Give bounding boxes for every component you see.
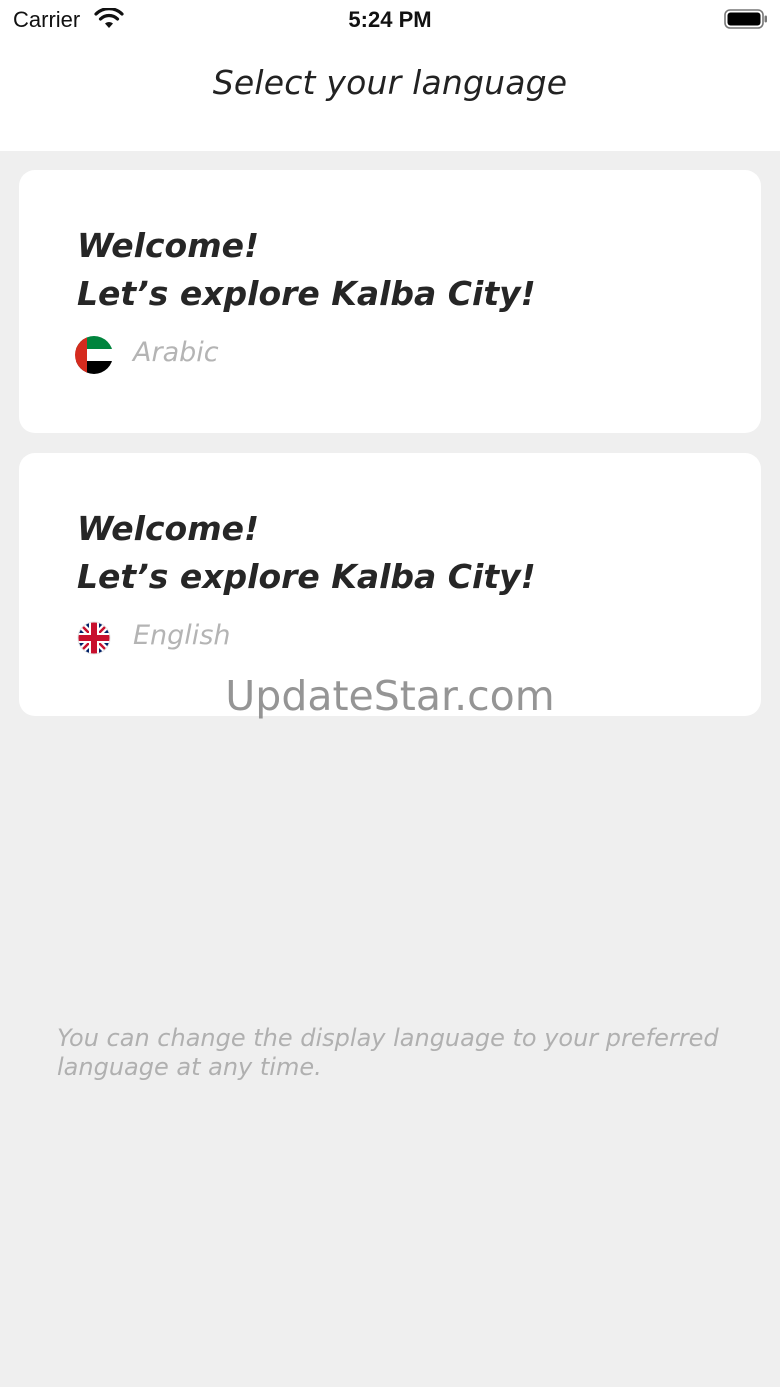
welcome-line-2: Let’s explore Kalba City! xyxy=(77,557,536,596)
welcome-text: Welcome! Let’s explore Kalba City! xyxy=(77,222,536,318)
header: Select your language xyxy=(0,40,780,151)
welcome-text: Welcome! Let’s explore Kalba City! xyxy=(77,505,536,601)
watermark: UpdateStar.com xyxy=(225,672,555,720)
uae-flag-icon xyxy=(75,336,113,374)
language-label: Arabic xyxy=(133,337,219,368)
clock: 5:24 PM xyxy=(348,7,432,32)
welcome-line-1: Welcome! xyxy=(77,226,260,265)
language-option-arabic[interactable]: Welcome! Let’s explore Kalba City! Arabi… xyxy=(19,170,761,433)
welcome-line-1: Welcome! xyxy=(77,509,260,548)
language-change-note: You can change the display language to y… xyxy=(57,1024,719,1081)
status-bar: Carrier 5:24 PM xyxy=(0,0,780,40)
language-label: English xyxy=(133,620,231,651)
page-title: Select your language xyxy=(212,63,568,102)
welcome-line-2: Let’s explore Kalba City! xyxy=(77,274,536,313)
uk-flag-icon xyxy=(77,621,111,655)
battery-icon xyxy=(724,9,767,29)
